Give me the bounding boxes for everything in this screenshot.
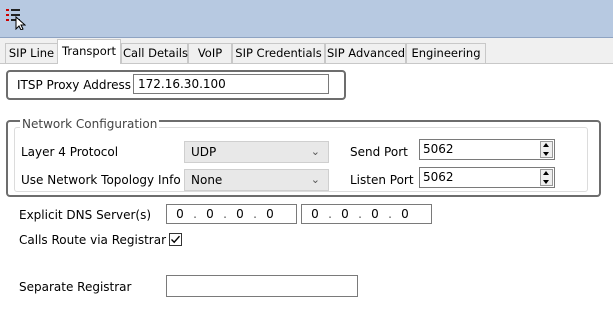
tab-sip-credentials[interactable]: SIP Credentials [232, 43, 325, 63]
ip-dot: . [223, 207, 227, 221]
ip-dot: . [253, 207, 257, 221]
calls-route-registrar-checkbox[interactable] [169, 233, 182, 246]
ip-octet: 0 [371, 207, 379, 221]
chevron-down-icon: ⌄ [310, 173, 320, 186]
ip-octet: 0 [266, 207, 274, 221]
calls-route-registrar-label: Calls Route via Registrar [19, 233, 167, 247]
itsp-proxy-address-input[interactable]: 172.16.30.100 [133, 74, 329, 94]
spinner-arrows-icon[interactable] [540, 169, 553, 186]
chevron-down-icon: ⌄ [310, 145, 320, 158]
listen-port-value: 5062 [423, 170, 454, 184]
tab-sip-line[interactable]: SIP Line [5, 43, 58, 63]
tab-transport[interactable]: Transport [57, 39, 121, 64]
network-configuration-title: Network Configuration [20, 116, 160, 132]
listen-port-spinner[interactable]: 5062 [419, 167, 555, 188]
menu-list-icon[interactable] [4, 6, 27, 31]
ip-octet: 0 [311, 207, 319, 221]
ip-dot: . [358, 207, 362, 221]
send-port-spinner[interactable]: 5062 [419, 139, 555, 160]
listen-port-label: Listen Port [350, 173, 414, 187]
tab-engineering[interactable]: Engineering [406, 43, 486, 63]
layer4-protocol-value: UDP [191, 145, 217, 159]
ip-octet: 0 [206, 207, 214, 221]
toolbar [0, 0, 613, 38]
ip-octet: 0 [236, 207, 244, 221]
network-topology-value: None [191, 173, 223, 187]
ip-octet: 0 [176, 207, 184, 221]
tab-voip[interactable]: VoIP [188, 43, 232, 63]
spinner-arrows-icon[interactable] [540, 141, 553, 158]
layer4-protocol-label: Layer 4 Protocol [21, 145, 119, 159]
itsp-proxy-address-label: ITSP Proxy Address [17, 78, 132, 92]
explicit-dns-label: Explicit DNS Server(s) [19, 208, 152, 222]
separate-registrar-label: Separate Registrar [19, 280, 132, 294]
separate-registrar-input[interactable] [166, 275, 358, 297]
send-port-value: 5062 [423, 142, 454, 156]
send-port-label: Send Port [350, 145, 408, 159]
ip-dot: . [328, 207, 332, 221]
network-topology-label: Use Network Topology Info [21, 173, 181, 187]
ip-octet: 0 [341, 207, 349, 221]
ip-octet: 0 [401, 207, 409, 221]
ip-dot: . [388, 207, 392, 221]
tab-sip-advanced[interactable]: SIP Advanced [325, 43, 406, 63]
layer4-protocol-select[interactable]: UDP ⌄ [184, 141, 329, 163]
dns-server1-input[interactable]: 0 . 0 . 0 . 0 [166, 204, 297, 224]
network-topology-select[interactable]: None ⌄ [184, 169, 329, 191]
checkmark-icon [171, 235, 181, 244]
tab-call-details[interactable]: Call Details [121, 43, 188, 63]
dns-server2-input[interactable]: 0 . 0 . 0 . 0 [301, 204, 432, 224]
ip-dot: . [193, 207, 197, 221]
